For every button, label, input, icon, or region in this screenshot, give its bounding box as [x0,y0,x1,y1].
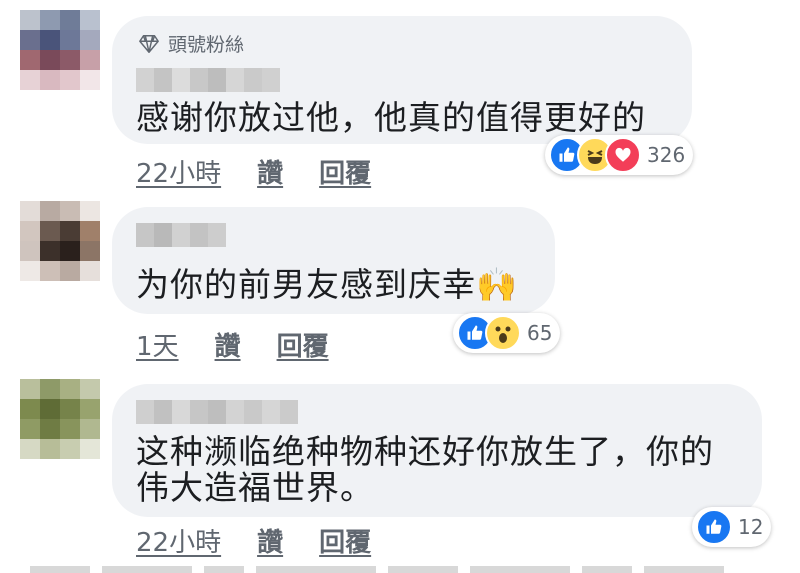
next-comment-cutoff [30,566,770,573]
comment-text: 感谢你放过他，他真的值得更好的 [136,98,646,137]
commenter-name-blurred[interactable] [136,68,280,92]
commenter-avatar[interactable] [20,10,100,90]
reactions-summary[interactable]: 12 [692,507,772,547]
top-fan-badge: 頭號粉絲 [138,30,244,57]
comment-actions: 1天 讚 回覆 [136,326,329,363]
commenter-avatar[interactable] [20,201,100,281]
comment-bubble: 为你的前男友感到庆幸🙌 [112,207,555,314]
like-button[interactable]: 讚 [257,522,283,559]
comment-bubble: 这种濒临绝种物种还好你放生了，你的 伟大造福世界。 [112,384,762,517]
reaction-count: 12 [738,515,764,539]
commenter-name-blurred[interactable] [136,400,298,424]
commenter-name-blurred[interactable] [136,223,226,247]
reaction-count: 326 [647,143,686,167]
timestamp-link[interactable]: 1天 [136,326,179,363]
like-button[interactable]: 讚 [257,153,283,190]
comment-actions: 22小時 讚 回覆 [136,522,371,559]
comment-actions: 22小時 讚 回覆 [136,153,371,190]
love-icon [605,137,641,173]
reaction-count: 65 [527,321,553,345]
reply-button[interactable]: 回覆 [319,153,371,190]
comment-text-line-2: 伟大造福世界。 [136,468,374,507]
reply-button[interactable]: 回覆 [319,522,371,559]
diamond-icon [139,34,159,53]
reactions-summary[interactable]: 326 [545,135,694,175]
badge-label: 頭號粉絲 [168,34,245,56]
timestamp-link[interactable]: 22小時 [136,153,221,190]
wow-icon [485,315,521,351]
reactions-summary[interactable]: 65 [453,313,561,353]
comment-bubble: 頭號粉絲 感谢你放过他，他真的值得更好的 [112,16,692,144]
comment-text: 为你的前男友感到庆幸🙌 [136,265,519,304]
reply-button[interactable]: 回覆 [277,326,329,363]
timestamp-link[interactable]: 22小時 [136,522,221,559]
like-icon [696,509,732,545]
commenter-avatar[interactable] [20,379,100,459]
like-button[interactable]: 讚 [215,326,241,363]
